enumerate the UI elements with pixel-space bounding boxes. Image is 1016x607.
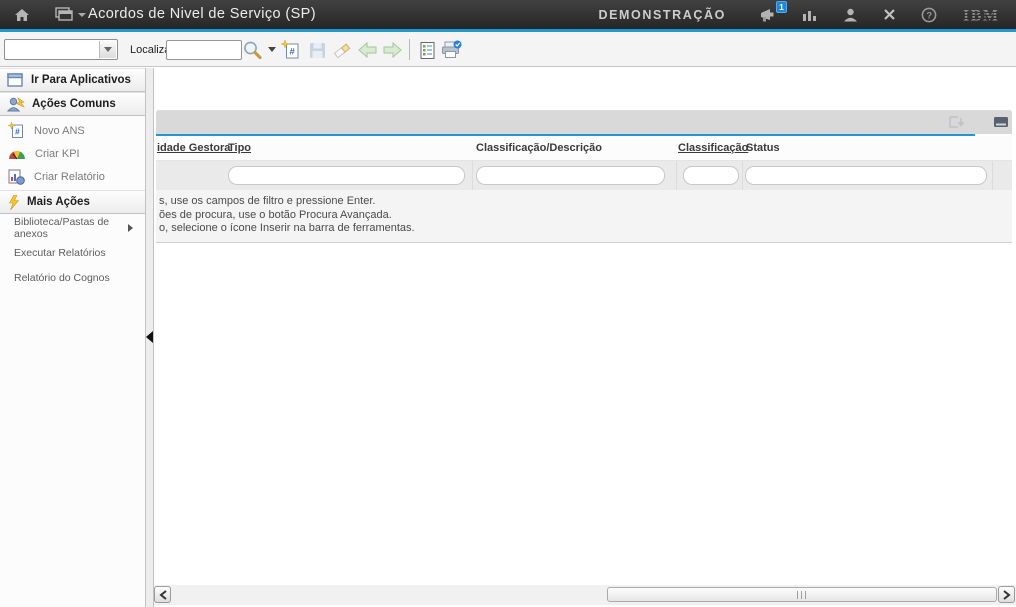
scrollbar-thumb[interactable] <box>607 587 997 602</box>
minimize-table-icon[interactable] <box>994 117 1008 127</box>
new-record-button[interactable]: # <box>280 39 302 61</box>
new-sla-icon: # <box>8 122 25 139</box>
filter-classificacao-descricao-input[interactable] <box>476 166 665 185</box>
search-icon[interactable] <box>241 39 263 61</box>
sidebar-item-criar-relatorio[interactable]: Criar Relatório <box>0 165 145 188</box>
sidebar-item-label: Novo ANS <box>34 125 85 137</box>
column-header-tipo[interactable]: Tipo <box>228 136 251 161</box>
sidebar-item-label: Biblioteca/Pastas de anexos <box>14 216 145 240</box>
main-toolbar: Localizar: # <box>0 32 1016 67</box>
sidebar-item-label: Criar Relatório <box>34 171 105 183</box>
svg-text:#: # <box>290 47 296 58</box>
svg-text:IBM: IBM <box>963 7 1000 23</box>
table-titlebar <box>156 110 1012 134</box>
toolbar-separator <box>409 39 410 60</box>
common-actions-label: Ações Comuns <box>32 98 116 110</box>
titlebar-right-group: DEMONSTRAÇÃO 1 <box>598 0 1008 29</box>
help-line: ões de procura, use o botão Procura Avan… <box>159 209 1012 223</box>
export-rows-icon[interactable] <box>948 115 965 129</box>
help-icon[interactable]: ? <box>921 7 937 23</box>
column-divider <box>472 161 473 190</box>
more-actions-label: Mais Ações <box>27 196 90 208</box>
search-options-chevron-icon[interactable] <box>268 47 276 52</box>
sidebar-item-biblioteca-anexos[interactable]: Biblioteca/Pastas de anexos <box>0 216 145 239</box>
column-divider <box>742 161 743 190</box>
main-content: idade Gestora Tipo Classificação/Descriç… <box>154 68 1016 607</box>
find-input[interactable] <box>166 40 242 60</box>
filter-tipo-input[interactable] <box>228 166 465 185</box>
clear-changes-button[interactable] <box>331 39 353 61</box>
sidebar-item-label: Criar KPI <box>35 148 80 160</box>
report-chart-icon[interactable] <box>802 8 818 21</box>
environment-label: DEMONSTRAÇÃO <box>598 8 726 22</box>
chevron-down-icon[interactable] <box>99 41 116 58</box>
app-menu-chevron-icon[interactable] <box>78 13 86 17</box>
column-divider <box>992 161 993 190</box>
sidebar-item-executar-relatorios[interactable]: Executar Relatórios <box>0 241 145 264</box>
collapse-sidebar-icon[interactable] <box>146 331 153 343</box>
scrollbar-grip-icon <box>797 591 807 599</box>
save-button[interactable] <box>306 39 328 61</box>
notification-badge: 1 <box>776 1 787 13</box>
sidebar-splitter[interactable] <box>145 68 154 607</box>
print-button[interactable] <box>440 39 462 61</box>
titlebar: Acordos de Nivel de Serviço (SP) DEMONST… <box>0 0 1016 29</box>
column-header-status: Status <box>746 136 780 161</box>
submenu-arrow-icon <box>128 224 133 232</box>
sidebar-item-criar-kpi[interactable]: Criar KPI <box>0 142 145 165</box>
profile-icon[interactable] <box>843 8 858 22</box>
more-actions-bolt-icon <box>7 195 20 210</box>
sidebar-item-label: Relatório do Cognos <box>14 272 110 284</box>
close-icon[interactable] <box>883 8 896 21</box>
sidebar-item-relatorio-cognos[interactable]: Relatório do Cognos <box>0 266 145 289</box>
sidebar-item-novo-ans[interactable]: # Novo ANS <box>0 119 145 142</box>
help-line: o, selecione o ícone Inserir na barra de… <box>159 222 1012 236</box>
svg-text:?: ? <box>926 10 932 21</box>
table-filter-row <box>156 161 1012 190</box>
filter-status-input[interactable] <box>745 166 987 185</box>
common-actions-icon <box>7 96 25 112</box>
notifications-icon[interactable]: 1 <box>759 8 777 22</box>
help-line: s, use os campos de filtro e pressione E… <box>159 195 1012 209</box>
app-switcher-select[interactable] <box>4 39 118 60</box>
app-menu-icon[interactable] <box>55 0 74 29</box>
filter-classificacao-input[interactable] <box>683 166 739 185</box>
column-divider <box>676 161 677 190</box>
next-record-button[interactable] <box>381 39 403 61</box>
sidebar: Ir Para Aplicativos Ações Comuns # No <box>0 68 145 607</box>
column-header-classificacao[interactable]: Classificação <box>678 136 748 161</box>
reports-button[interactable] <box>416 39 438 61</box>
scroll-left-button[interactable] <box>154 586 171 603</box>
scroll-right-button[interactable] <box>998 586 1015 603</box>
sidebar-section-common-actions[interactable]: Ações Comuns <box>0 92 145 116</box>
table-help-panel: s, use os campos de filtro e pressione E… <box>156 190 1012 243</box>
page-title: Acordos de Nivel de Serviço (SP) <box>88 0 316 29</box>
home-icon[interactable] <box>14 0 30 29</box>
applications-window-icon <box>7 73 24 87</box>
table-column-headers: idade Gestora Tipo Classificação/Descriç… <box>156 136 1012 161</box>
sidebar-goto-applications[interactable]: Ir Para Aplicativos <box>0 68 145 92</box>
column-header-unidade-gestora[interactable]: idade Gestora <box>157 136 230 161</box>
application-window: Acordos de Nivel de Serviço (SP) DEMONST… <box>0 0 1016 607</box>
column-header-classificacao-descricao: Classificação/Descrição <box>476 136 602 161</box>
kpi-gauge-icon <box>8 148 26 160</box>
create-report-icon <box>8 169 25 185</box>
ibm-logo: IBM <box>962 7 1008 23</box>
sidebar-section-more-actions[interactable]: Mais Ações <box>0 190 145 214</box>
svg-text:#: # <box>15 127 20 137</box>
goto-applications-label: Ir Para Aplicativos <box>31 74 131 86</box>
sidebar-item-label: Executar Relatórios <box>14 247 106 259</box>
previous-record-button[interactable] <box>356 39 378 61</box>
horizontal-scrollbar[interactable] <box>154 585 1016 605</box>
